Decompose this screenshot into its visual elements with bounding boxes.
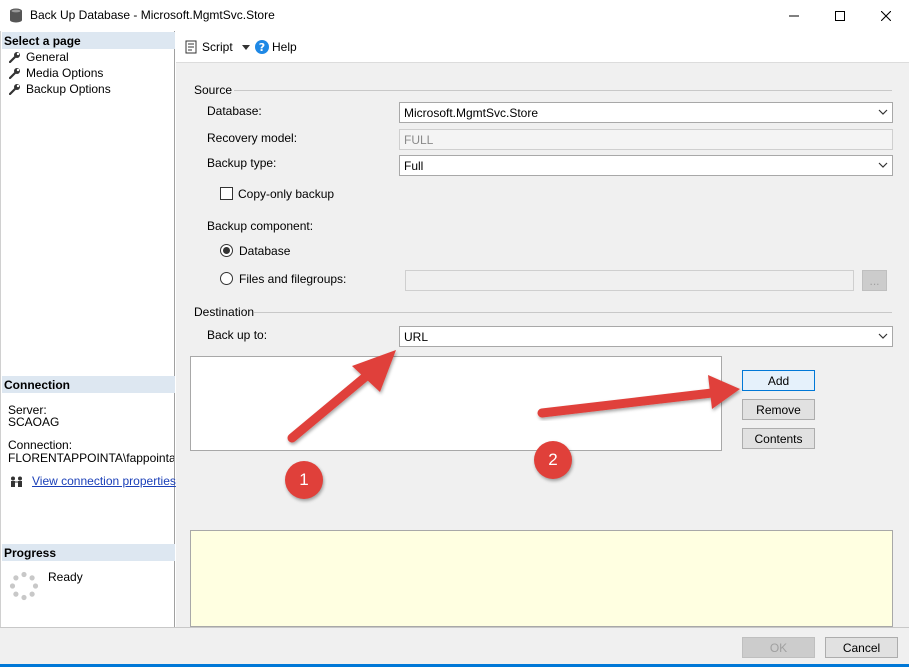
database-select[interactable]: Microsoft.MgmtSvc.Store (399, 102, 893, 123)
left-pane: Select a page General Media Options Back… (0, 31, 176, 627)
page-item-backup-options[interactable]: Backup Options (9, 81, 111, 97)
add-button[interactable]: Add (742, 370, 815, 391)
progress-header: Progress (2, 544, 175, 561)
connection-value: FLORENTAPPOINTA\fappointaire (8, 451, 174, 465)
database-value: Microsoft.MgmtSvc.Store (404, 106, 539, 120)
script-button[interactable]: Script (184, 40, 250, 54)
svg-text:?: ? (259, 41, 265, 54)
copy-only-label: Copy-only backup (238, 187, 335, 201)
browse-filegroups-button[interactable]: ... (862, 270, 887, 291)
close-icon (881, 10, 891, 21)
title-bar: Back Up Database - Microsoft.MgmtSvc.Sto… (0, 0, 909, 31)
component-database-radio[interactable] (220, 244, 233, 257)
backup-type-select[interactable]: Full (399, 155, 893, 176)
destination-group-label: Destination (194, 305, 255, 319)
wrench-icon (9, 68, 20, 79)
help-icon: ? (255, 40, 269, 54)
help-button[interactable]: ? Help (255, 40, 297, 54)
database-label: Database: (207, 104, 262, 118)
toolbar: Script ? Help (176, 31, 909, 63)
remove-button[interactable]: Remove (742, 399, 815, 420)
recovery-model-label: Recovery model: (207, 131, 298, 145)
component-files-radio[interactable] (220, 272, 233, 285)
dialog-footer: OK Cancel (0, 627, 909, 667)
page-item-label: Backup Options (26, 82, 111, 96)
destination-list[interactable] (190, 356, 722, 451)
backup-to-select[interactable]: URL (399, 326, 893, 347)
page-item-media-options[interactable]: Media Options (9, 65, 103, 81)
recovery-model-field: FULL (399, 129, 893, 150)
filegroups-field (405, 270, 854, 291)
connection-properties-icon (11, 476, 22, 487)
general-page: Source Database: Microsoft.MgmtSvc.Store… (176, 63, 909, 627)
script-label: Script (202, 40, 233, 54)
progress-status: Ready (48, 570, 83, 584)
server-value: SCAOAG (8, 415, 60, 429)
backup-database-dialog: Back Up Database - Microsoft.MgmtSvc.Sto… (0, 0, 909, 667)
chevron-down-icon (878, 109, 888, 115)
progress-spinner-icon (9, 571, 39, 601)
minimize-button[interactable] (771, 0, 817, 31)
wrench-icon (9, 84, 20, 95)
view-connection-properties-link[interactable]: View connection properties (32, 474, 176, 488)
help-label: Help (272, 40, 297, 54)
backup-type-label: Backup type: (207, 156, 277, 170)
page-item-label: Media Options (26, 66, 104, 80)
ok-button[interactable]: OK (742, 637, 815, 658)
recovery-model-value: FULL (404, 133, 434, 147)
chevron-down-icon (878, 333, 888, 339)
step-badge-2: 2 (534, 441, 572, 479)
wrench-icon (9, 52, 20, 63)
close-button[interactable] (863, 0, 909, 31)
connection-label: Connection: (8, 438, 73, 452)
component-database-label: Database (239, 244, 291, 258)
backup-component-label: Backup component: (207, 219, 314, 233)
source-divider (234, 90, 892, 91)
script-icon (185, 40, 197, 54)
minimize-icon (789, 15, 799, 16)
copy-only-checkbox[interactable] (220, 187, 233, 200)
backup-type-value: Full (404, 159, 424, 173)
contents-button[interactable]: Contents (742, 428, 815, 449)
step-badge-1: 1 (285, 461, 323, 499)
connection-header: Connection (2, 376, 175, 393)
window-title: Back Up Database - Microsoft.MgmtSvc.Sto… (30, 8, 275, 22)
backup-to-label: Back up to: (207, 328, 268, 342)
backup-to-value: URL (404, 330, 429, 344)
chevron-down-icon (878, 162, 888, 168)
source-group-label: Source (194, 83, 233, 97)
select-page-header: Select a page (2, 32, 175, 49)
destination-divider (254, 312, 892, 313)
database-icon (10, 8, 22, 23)
cancel-button[interactable]: Cancel (825, 637, 898, 658)
chevron-down-icon (241, 44, 250, 50)
maximize-button[interactable] (817, 0, 863, 31)
page-item-general[interactable]: General (9, 49, 69, 65)
page-item-label: General (26, 50, 69, 64)
maximize-icon (835, 10, 845, 21)
component-files-label: Files and filegroups: (239, 272, 347, 286)
message-area (190, 530, 893, 627)
